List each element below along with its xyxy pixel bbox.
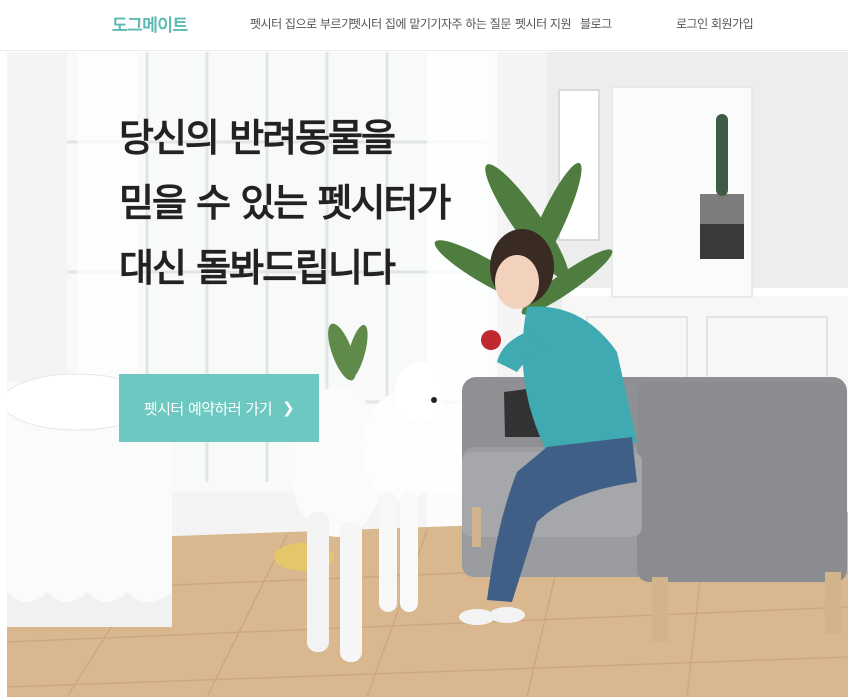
hero-headline-line-2: 믿을 수 있는 펫시터가 — [119, 181, 451, 225]
nav-item-petsitter-apply[interactable]: 펫시터 지원 — [515, 15, 572, 32]
hero-section: 당신의 반려동물을 믿을 수 있는 펫시터가 대신 돌봐드립니다 펫시터 예약하… — [7, 52, 848, 697]
nav-item-faq[interactable]: 자주 하는 질문 — [441, 15, 511, 32]
nav-item-blog[interactable]: 블로그 — [580, 15, 612, 32]
nav-item-call-petsitter[interactable]: 펫시터 집으로 부르기 — [250, 15, 352, 32]
nav-item-leave-with-petsitter[interactable]: 펫시터 집에 맡기기 — [350, 15, 441, 32]
hero-headline-line-3: 대신 돌봐드립니다 — [119, 246, 396, 290]
cta-label: 펫시터 예약하러 가기 — [143, 399, 273, 418]
chevron-right-icon: ❯ — [282, 399, 295, 417]
book-petsitter-button[interactable]: 펫시터 예약하러 가기 ❯ — [119, 374, 319, 442]
logo[interactable]: 도그메이트 — [112, 11, 188, 36]
hero-headline-line-1: 당신의 반려동물을 — [119, 116, 396, 160]
top-nav: 도그메이트 펫시터 집으로 부르기 펫시터 집에 맡기기 자주 하는 질문 펫시… — [0, 0, 848, 51]
signup-link[interactable]: 회원가입 — [711, 15, 754, 32]
login-link[interactable]: 로그인 — [676, 15, 708, 32]
